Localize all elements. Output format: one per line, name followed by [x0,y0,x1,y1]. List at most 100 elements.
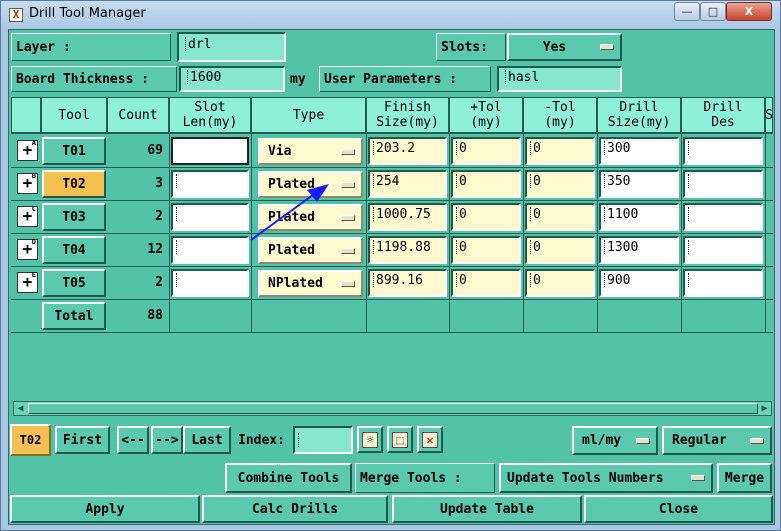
slot-len-field[interactable] [171,137,249,165]
tool-count: 12 [147,242,163,257]
expand-row-icon[interactable]: + C [17,206,38,227]
prev-button[interactable]: <-- [117,426,149,454]
grid-line [681,133,682,333]
horizontal-scrollbar[interactable]: ◀ ▶ [13,401,772,416]
combine-tools-button[interactable]: Combine Tools [225,463,352,493]
grid-line [765,133,766,333]
delete-button[interactable]: ✕ [417,426,443,453]
dropdown-indicator-icon [341,148,355,155]
drill-size-field[interactable]: 1100 [599,203,679,231]
dropdown-indicator-icon [636,437,650,444]
scrollbar-thumb[interactable] [28,403,758,414]
update-table-button[interactable]: Update Table [392,495,582,523]
units-value: ml/my [582,433,622,448]
finish-size-value: 1000.75 [376,207,431,222]
type-dropdown[interactable]: Via [258,138,363,165]
title-bar[interactable]: X Drill Tool Manager — □ X [1,1,780,29]
minus-tol-field[interactable]: 0 [525,203,595,231]
drill-des-field[interactable] [683,170,763,198]
index-field[interactable] [293,426,353,454]
minus-tol-field[interactable]: 0 [525,269,595,297]
expand-row-icon[interactable]: + E [17,272,38,293]
first-button[interactable]: First [55,426,110,454]
plus-tol-field[interactable]: 0 [451,236,521,264]
drill-size-field[interactable]: 350 [599,170,679,198]
dropdown-indicator-icon [341,247,355,254]
header-tool: Tool [41,97,107,133]
minus-tol-field[interactable]: 0 [525,137,595,165]
drill-des-field[interactable] [683,203,763,231]
close-button[interactable]: Close [584,495,773,523]
units-dropdown[interactable]: ml/my [572,426,658,455]
plus-tol-value: 0 [459,174,467,189]
drill-size-field[interactable]: 900 [599,269,679,297]
slot-len-field[interactable] [171,236,249,264]
header-s-text: S [765,107,773,123]
maximize-button[interactable]: □ [700,2,726,21]
calc-drills-button[interactable]: Calc Drills [202,495,388,523]
bulb-button[interactable]: ☼ [357,426,383,453]
minus-tol-field[interactable]: 0 [525,236,595,264]
grid-line [523,133,524,333]
grid-line [11,167,773,168]
expand-row-icon[interactable]: + A [17,140,38,161]
slots-dropdown[interactable]: Yes [507,33,622,61]
slot-len-field[interactable] [171,269,249,297]
header-finish-size-text: Finish Size(my) [376,100,439,130]
total-label: Total [42,302,106,330]
layer-field[interactable]: drl [177,32,286,62]
dropdown-indicator-icon [341,181,355,188]
plus-tol-field[interactable]: 0 [451,269,521,297]
tool-button-t01[interactable]: T01 [42,137,106,165]
tool-button-t02[interactable]: T02 [42,170,106,198]
minus-tol-value: 0 [533,141,541,156]
tool-button-t03[interactable]: T03 [42,203,106,231]
expand-row-icon[interactable]: + B [17,173,38,194]
dropdown-indicator-icon [600,44,614,50]
user-parameters-field[interactable]: hasl [497,66,622,92]
slot-len-field[interactable] [171,170,249,198]
finish-size-field[interactable]: 254 [368,170,447,198]
header-finish-size: Finish Size(my) [366,97,449,133]
plus-tol-field[interactable]: 0 [451,137,521,165]
user-parameters-label: User Parameters : [319,66,491,92]
board-thickness-field[interactable]: 1600 [179,66,285,92]
header-s: S [765,97,773,133]
window-title: Drill Tool Manager [29,6,146,21]
finish-size-field[interactable]: 203.2 [368,137,447,165]
finish-size-field[interactable]: 1198.88 [368,236,447,264]
type-dropdown[interactable]: NPlated [258,270,363,297]
minimize-button[interactable]: — [674,2,700,21]
drill-des-field[interactable] [683,137,763,165]
merge-button[interactable]: Merge [717,463,772,493]
next-button[interactable]: --> [151,426,183,454]
drill-size-field[interactable]: 1300 [599,236,679,264]
finish-size-value: 254 [376,174,400,189]
drill-des-field[interactable] [683,236,763,264]
tool-count: 2 [155,209,163,224]
drill-des-field[interactable] [683,269,763,297]
tool-button-t04[interactable]: T04 [42,236,106,264]
minus-tol-field[interactable]: 0 [525,170,595,198]
tool-button-t05[interactable]: T05 [42,269,106,297]
header-slot-len-text: Slot Len(my) [182,100,238,130]
expand-row-icon[interactable]: + D [17,239,38,260]
slot-len-field[interactable] [171,203,249,231]
plus-tol-field[interactable]: 0 [451,170,521,198]
grid-line [11,133,773,134]
plus-tol-field[interactable]: 0 [451,203,521,231]
close-window-button[interactable]: X [726,2,772,21]
apply-button[interactable]: Apply [10,495,200,523]
plus-tol-value: 0 [459,240,467,255]
select-button[interactable]: ⬚ [387,426,413,453]
last-button[interactable]: Last [183,426,231,454]
merge-mode-dropdown[interactable]: Update Tools Numbers [499,463,713,493]
scroll-left-icon[interactable]: ◀ [14,402,27,415]
finish-size-field[interactable]: 1000.75 [368,203,447,231]
finish-size-field[interactable]: 899.16 [368,269,447,297]
scroll-right-icon[interactable]: ▶ [758,402,771,415]
user-parameters-value: hasl [508,70,540,85]
finish-size-value: 203.2 [376,141,416,156]
mode-dropdown[interactable]: Regular [662,426,772,455]
drill-size-field[interactable]: 300 [599,137,679,165]
